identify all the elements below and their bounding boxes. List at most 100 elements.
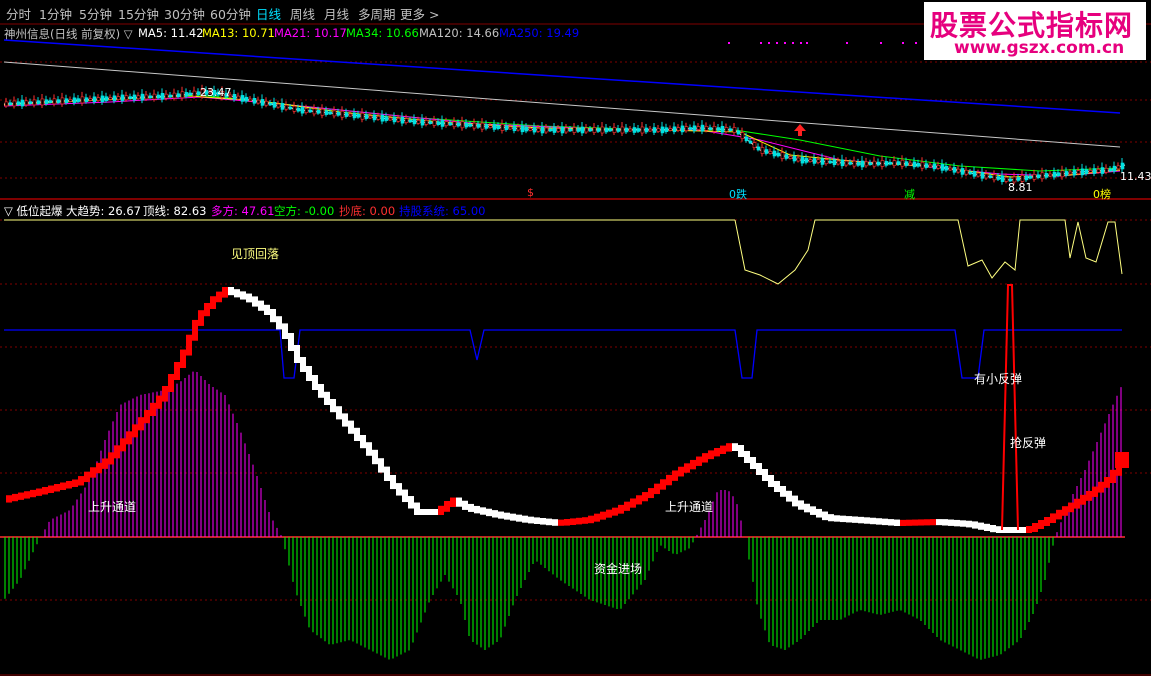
- candle: [396, 118, 401, 122]
- fall-block: [246, 293, 252, 303]
- stock-title[interactable]: 神州信息(日线 前复权) ▽: [4, 26, 133, 42]
- candle: [28, 101, 33, 104]
- candle: [900, 159, 905, 167]
- candle: [996, 176, 1001, 180]
- candle: [256, 99, 261, 104]
- candle: [680, 125, 685, 133]
- fall-block: [828, 514, 834, 522]
- fall-block: [456, 497, 462, 507]
- fall-block: [468, 503, 474, 512]
- candle: [408, 119, 413, 123]
- logo-url: www.gszx.com.cn: [954, 38, 1125, 58]
- candle: [584, 127, 589, 133]
- candle: [456, 122, 461, 127]
- candle: [572, 127, 577, 133]
- fall-block: [798, 500, 804, 510]
- fall-block: [750, 457, 756, 469]
- fall-block: [318, 384, 324, 398]
- rise-block: [618, 504, 624, 514]
- candle: [580, 126, 585, 134]
- candle: [340, 110, 345, 118]
- candle: [940, 164, 945, 171]
- fall-block: [780, 486, 786, 497]
- rise-block: [720, 445, 726, 454]
- candle: [344, 112, 349, 117]
- candle: [852, 160, 857, 167]
- toggle-icon[interactable]: ▽: [4, 204, 13, 218]
- candle: [452, 121, 457, 128]
- candle: [800, 156, 805, 164]
- signal-dot: [784, 42, 786, 44]
- candle: [980, 172, 985, 179]
- fall-block: [240, 291, 246, 300]
- fall-block: [306, 366, 312, 381]
- candle: [432, 120, 437, 126]
- rise-block: [54, 484, 60, 492]
- candle: [624, 127, 629, 133]
- candle: [824, 159, 829, 165]
- rise-block: [564, 519, 570, 526]
- candle: [240, 95, 245, 102]
- fall-block: [474, 505, 480, 514]
- rise-block: [1104, 477, 1110, 488]
- indicator-title[interactable]: ▽ 低位起爆: [4, 203, 63, 219]
- candle: [320, 108, 325, 116]
- candle: [1100, 167, 1105, 174]
- rise-block: [690, 459, 696, 470]
- fall-block: [1008, 527, 1014, 533]
- fall-block: [498, 511, 504, 519]
- candle: [636, 128, 641, 132]
- candle: [752, 142, 757, 148]
- candle: [180, 91, 185, 99]
- candle: [1064, 171, 1069, 176]
- bottom-fishing-value: 抄底: 0.00: [339, 204, 396, 218]
- fall-block: [300, 357, 306, 372]
- fall-block: [426, 509, 432, 515]
- candle: [872, 160, 877, 167]
- rise-block: [102, 458, 108, 469]
- ma250-value: MA250: 19.49: [499, 26, 580, 40]
- candle: [32, 99, 37, 106]
- ma13-value: MA13: 10.71: [202, 26, 275, 40]
- candle: [896, 161, 901, 165]
- rise-block: [48, 485, 54, 493]
- candle: [168, 94, 173, 98]
- candle: [316, 110, 321, 114]
- candle: [860, 160, 865, 168]
- fall-block: [288, 333, 294, 351]
- candle: [472, 122, 477, 129]
- signal-dot: [806, 42, 808, 44]
- rise-block: [588, 515, 594, 524]
- candle: [708, 127, 713, 130]
- candle: [96, 97, 101, 101]
- candle: [148, 95, 153, 99]
- fall-block: [504, 512, 510, 520]
- fall-block: [462, 500, 468, 510]
- rise-block: [624, 501, 630, 511]
- fall-block: [756, 463, 762, 475]
- candle: [76, 98, 81, 102]
- rise-block: [654, 483, 660, 495]
- bottom-fishing-spike: [1001, 284, 1019, 531]
- candle: [352, 112, 357, 119]
- signal-dot: [760, 42, 762, 44]
- toggle-icon[interactable]: ▽: [124, 27, 133, 41]
- fall-block: [330, 399, 336, 413]
- rise-block: [558, 519, 564, 526]
- candle: [84, 97, 89, 102]
- fall-block: [960, 520, 966, 527]
- rise-block: [198, 310, 204, 326]
- candle: [372, 114, 377, 121]
- candle: [936, 165, 941, 169]
- candle: [272, 102, 277, 108]
- candle: [924, 163, 929, 168]
- candle: [164, 93, 169, 99]
- annotation-grab-rebound: 抢反弹: [1010, 436, 1047, 450]
- rise-block: [180, 349, 186, 368]
- fall-block: [264, 304, 270, 315]
- rise-block: [1044, 517, 1050, 526]
- candle: [444, 121, 449, 127]
- fall-block: [822, 511, 828, 521]
- fall-block: [348, 420, 354, 434]
- hold-system-line: [4, 329, 1122, 379]
